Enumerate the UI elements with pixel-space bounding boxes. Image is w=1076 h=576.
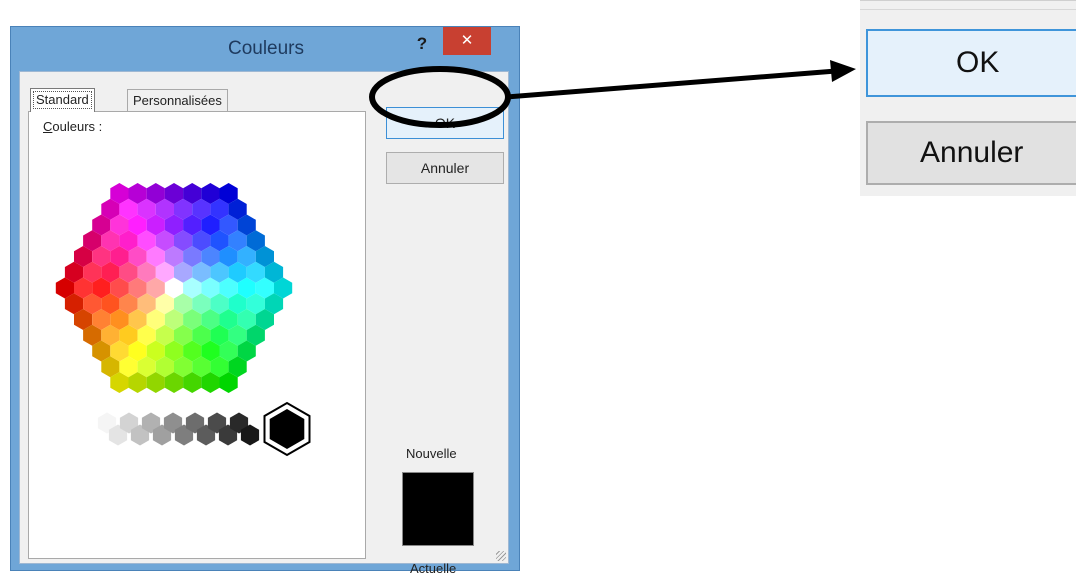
dialog-body: Standard Personnalisées Couleurs : OK An…	[19, 71, 509, 576]
zoom-divider	[860, 9, 1076, 10]
tab-personnalisees[interactable]: Personnalisées	[127, 89, 228, 112]
color-honeycomb[interactable]	[29, 112, 367, 558]
standard-tab-panel: Couleurs :	[28, 111, 366, 559]
zoom-ok-button[interactable]: OK	[866, 29, 1076, 97]
cancel-button[interactable]: Annuler	[386, 152, 504, 184]
color-dialog: Couleurs ? ✕ Standard Personnalisées Cou…	[10, 26, 520, 576]
color-preview-swatch	[402, 472, 474, 546]
zoom-inset: OK Annuler	[860, 0, 1076, 196]
current-color-label: Actuelle	[410, 561, 457, 576]
zoom-cancel-button[interactable]: Annuler	[866, 121, 1076, 185]
new-color-label: Nouvelle	[406, 446, 457, 461]
close-icon[interactable]: ✕	[443, 27, 491, 55]
annotation-arrowhead	[830, 60, 856, 82]
title-bar[interactable]: Couleurs ? ✕	[11, 27, 519, 69]
annotation-arrow-line	[505, 68, 837, 100]
resize-grip-icon[interactable]	[496, 551, 506, 561]
ok-button[interactable]: OK	[386, 107, 504, 139]
help-icon[interactable]: ?	[409, 33, 435, 55]
tab-standard[interactable]: Standard	[30, 88, 95, 112]
